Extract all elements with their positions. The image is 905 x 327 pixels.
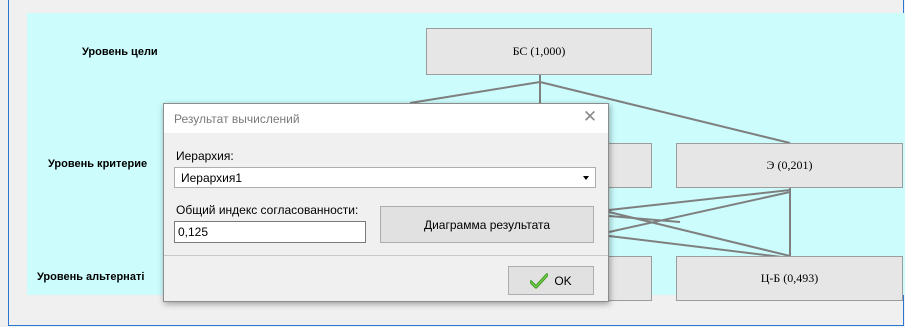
level-criteria-label: Уровень критерие bbox=[48, 158, 148, 170]
node-alternative-cb[interactable]: Ц-Б (0,493) bbox=[676, 256, 903, 301]
hierarchy-select[interactable]: Иерархия1 bbox=[174, 167, 596, 188]
checkmark-icon bbox=[530, 272, 549, 289]
consistency-index-field[interactable] bbox=[174, 221, 366, 243]
dropdown-arrow-icon bbox=[583, 176, 589, 180]
level-alternatives-label: Уровень альтернаті bbox=[37, 271, 145, 283]
ok-button[interactable]: OK bbox=[508, 266, 594, 295]
node-criterion-e[interactable]: Э (0,201) bbox=[676, 143, 903, 188]
calculation-result-dialog: Результат вычислений ✕ Иерархия: Иерархи… bbox=[163, 103, 609, 302]
consistency-index-label: Общий индекс согласованности: bbox=[176, 203, 359, 217]
dialog-title-bar: Результат вычислений ✕ bbox=[164, 104, 608, 133]
dialog-title: Результат вычислений bbox=[174, 112, 300, 126]
close-icon[interactable]: ✕ bbox=[581, 108, 599, 126]
ok-button-label: OK bbox=[554, 273, 572, 288]
hierarchy-select-value: Иерархия1 bbox=[181, 171, 243, 185]
result-diagram-button-label: Диаграмма результата bbox=[423, 217, 551, 232]
node-goal[interactable]: БС (1,000) bbox=[426, 28, 652, 75]
dialog-separator bbox=[164, 255, 608, 256]
hierarchy-label: Иерархия: bbox=[176, 149, 234, 163]
result-diagram-button[interactable]: Диаграмма результата bbox=[380, 206, 594, 243]
level-goal-label: Уровень цели bbox=[82, 46, 158, 58]
